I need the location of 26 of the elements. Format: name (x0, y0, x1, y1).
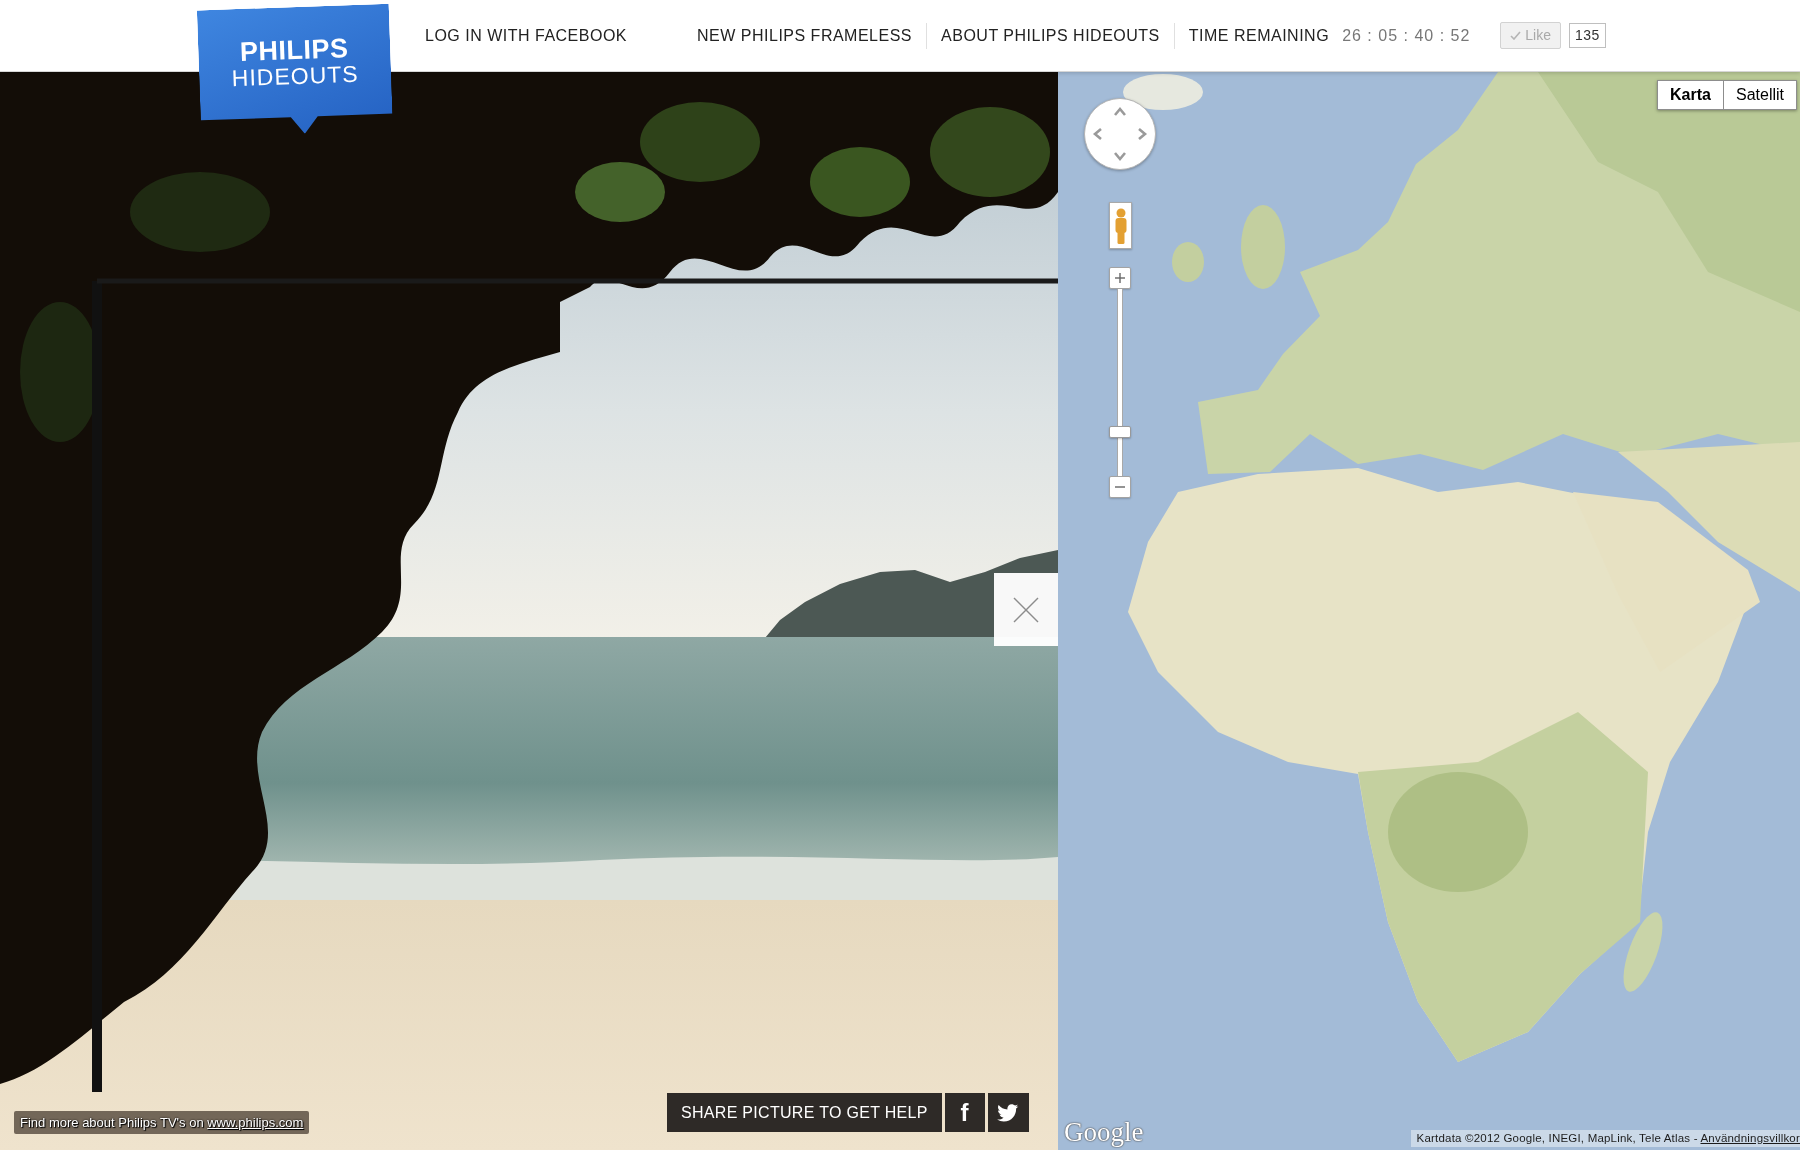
facebook-share-button[interactable]: f (944, 1093, 985, 1132)
like-count: 135 (1569, 23, 1606, 48)
map-logo: Google (1064, 1119, 1144, 1146)
close-icon (1012, 595, 1040, 624)
street-view-button[interactable] (1109, 202, 1132, 249)
zoom-slider-handle[interactable] (1109, 425, 1131, 438)
facebook-login-link[interactable]: LOG IN WITH FACEBOOK (425, 23, 628, 48)
attribution-text: Kartdata ©2012 Google, INEGI, MapLink, Tele Atlas - Användningsvillkor (1410, 1129, 1800, 1147)
countdown-value: 26 : 05 : 40 : 52 (1342, 25, 1471, 46)
check-icon (1510, 31, 1522, 40)
bird-icon (997, 1103, 1020, 1122)
share-button[interactable]: SHARE PICTURE TO GET HELP (667, 1093, 942, 1132)
terms-link[interactable]: Användningsvillkor (1700, 1131, 1800, 1144)
nav-link[interactable]: NEW PHILIPS FRAMELESS (697, 23, 913, 48)
nav-link[interactable]: ABOUT PHILIPS HIDEOUTS (941, 23, 1160, 48)
countdown-label: TIME REMAINING (1188, 25, 1330, 46)
twitter-share-button[interactable] (987, 1093, 1029, 1132)
map-type-tab[interactable]: Karta (1657, 80, 1724, 110)
zoom-out-button[interactable] (1109, 476, 1131, 498)
zoom-in-button[interactable] (1109, 267, 1131, 289)
person-icon (1113, 206, 1128, 245)
map-type-tab[interactable]: Satellit (1723, 80, 1797, 110)
close-button[interactable] (994, 573, 1058, 646)
credit-link[interactable]: www.philips.com (207, 1114, 304, 1130)
credit-text: Find more about Philips TV's on www.philips.com (14, 1110, 310, 1134)
plus-icon (1115, 273, 1125, 283)
